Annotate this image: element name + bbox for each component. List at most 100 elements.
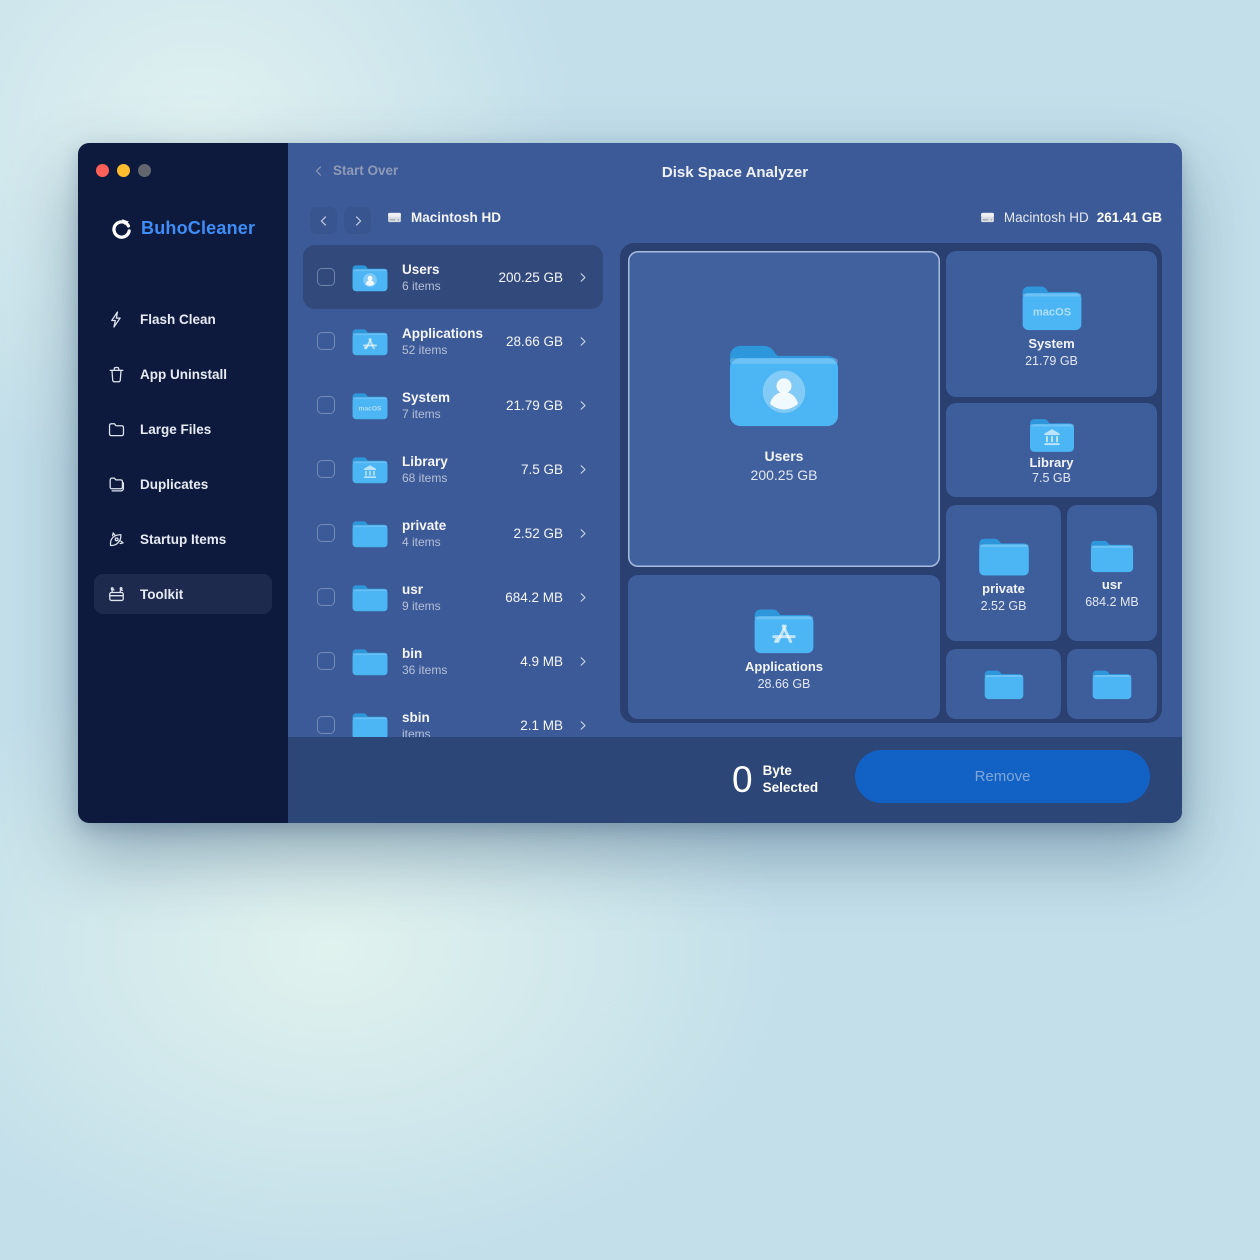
applications-folder-icon bbox=[752, 604, 816, 656]
sidebar-item-label: App Uninstall bbox=[140, 367, 227, 382]
chevron-right-icon[interactable] bbox=[576, 335, 589, 348]
folder-name: Users bbox=[402, 262, 441, 277]
chevron-left-icon bbox=[317, 214, 331, 228]
close-window-button[interactable] bbox=[96, 164, 109, 177]
list-item-bin[interactable]: bin36 items 4.9 MB bbox=[303, 629, 603, 693]
chevron-right-icon[interactable] bbox=[576, 655, 589, 668]
bottom-bar: 0 Byte Selected Remove bbox=[288, 737, 1182, 823]
folder-name: bin bbox=[402, 646, 447, 661]
tile-size: 28.66 GB bbox=[758, 677, 811, 691]
sidebar-item-label: Large Files bbox=[140, 422, 211, 437]
sidebar-item-toolkit[interactable]: Toolkit bbox=[94, 574, 272, 614]
treemap-tile-usr[interactable]: usr 684.2 MB bbox=[1067, 505, 1157, 641]
chevron-right-icon[interactable] bbox=[576, 271, 589, 284]
folder-name: usr bbox=[402, 582, 441, 597]
folder-items: 9 items bbox=[402, 599, 441, 613]
disk-name: Macintosh HD bbox=[1004, 210, 1089, 225]
navigate-forward-button[interactable] bbox=[344, 207, 371, 234]
folder-name: Library bbox=[402, 454, 448, 469]
list-item-library[interactable]: Library68 items 7.5 GB bbox=[303, 437, 603, 501]
tile-size: 200.25 GB bbox=[751, 467, 818, 483]
folder-items: 4 items bbox=[402, 535, 446, 549]
folder-size: 684.2 MB bbox=[505, 590, 563, 605]
treemap-tile-sbin[interactable] bbox=[1067, 649, 1157, 719]
checkbox[interactable] bbox=[317, 652, 335, 670]
treemap-panel: Users 200.25 GB Applications 28.66 GB Sy… bbox=[620, 243, 1162, 723]
toolbox-icon bbox=[107, 585, 126, 604]
folder-list: Users6 items 200.25 GB Applications52 it… bbox=[303, 245, 603, 737]
sidebar-item-startup-items[interactable]: Startup Items bbox=[94, 519, 272, 559]
checkbox[interactable] bbox=[317, 716, 335, 734]
list-item-private[interactable]: private4 items 2.52 GB bbox=[303, 501, 603, 565]
sidebar-item-flash-clean[interactable]: Flash Clean bbox=[94, 299, 272, 339]
treemap-tile-library[interactable]: Library 7.5 GB bbox=[946, 403, 1157, 497]
checkbox[interactable] bbox=[317, 332, 335, 350]
remove-button[interactable]: Remove bbox=[855, 750, 1150, 803]
treemap-tile-bin[interactable] bbox=[946, 649, 1061, 719]
folder-name: Applications bbox=[402, 326, 483, 341]
checkbox[interactable] bbox=[317, 396, 335, 414]
checkbox[interactable] bbox=[317, 268, 335, 286]
chevron-right-icon[interactable] bbox=[576, 527, 589, 540]
folder-size: 200.25 GB bbox=[498, 270, 563, 285]
sidebar-item-label: Startup Items bbox=[140, 532, 226, 547]
minimize-window-button[interactable] bbox=[117, 164, 130, 177]
sidebar-item-label: Flash Clean bbox=[140, 312, 216, 327]
checkbox[interactable] bbox=[317, 588, 335, 606]
sidebar-item-large-files[interactable]: Large Files bbox=[94, 409, 272, 449]
tile-size: 7.5 GB bbox=[1032, 471, 1071, 485]
library-folder-icon bbox=[1028, 415, 1076, 454]
page-title: Disk Space Analyzer bbox=[288, 164, 1182, 181]
folder-icon bbox=[107, 420, 126, 439]
folder-name: System bbox=[402, 390, 450, 405]
sidebar-item-app-uninstall[interactable]: App Uninstall bbox=[94, 354, 272, 394]
checkbox[interactable] bbox=[317, 460, 335, 478]
list-item-applications[interactable]: Applications52 items 28.66 GB bbox=[303, 309, 603, 373]
sidebar-menu: Flash Clean App Uninstall Large Files Du… bbox=[94, 299, 272, 614]
brand-name: BuhoCleaner bbox=[141, 218, 255, 239]
breadcrumb-label: Macintosh HD bbox=[411, 210, 501, 225]
tile-name: usr bbox=[1102, 577, 1122, 592]
list-item-sbin[interactable]: sbinitems 2.1 MB bbox=[303, 693, 603, 737]
system-folder-icon bbox=[351, 390, 389, 421]
disk-info: Macintosh HD 261.41 GB bbox=[979, 209, 1162, 226]
checkbox[interactable] bbox=[317, 524, 335, 542]
folder-items: 36 items bbox=[402, 663, 447, 677]
navigate-back-button[interactable] bbox=[310, 207, 337, 234]
tile-name: Library bbox=[1029, 455, 1073, 470]
list-item-system[interactable]: System7 items 21.79 GB bbox=[303, 373, 603, 437]
selected-label: Selected bbox=[763, 780, 819, 797]
applications-folder-icon bbox=[351, 326, 389, 357]
library-folder-icon bbox=[351, 454, 389, 485]
chevron-right-icon[interactable] bbox=[576, 463, 589, 476]
list-item-usr[interactable]: usr 9 items 684.2 MB bbox=[303, 565, 603, 629]
tile-name: Users bbox=[765, 448, 804, 464]
window-controls bbox=[96, 164, 151, 177]
duplicates-icon bbox=[107, 475, 126, 494]
treemap-tile-applications[interactable]: Applications 28.66 GB bbox=[628, 575, 940, 719]
sidebar-item-duplicates[interactable]: Duplicates bbox=[94, 464, 272, 504]
chevron-right-icon[interactable] bbox=[576, 719, 589, 732]
list-item-users[interactable]: Users6 items 200.25 GB bbox=[303, 245, 603, 309]
selection-summary: 0 Byte Selected bbox=[732, 737, 818, 823]
folder-name: sbin bbox=[402, 710, 431, 725]
treemap-tile-system[interactable]: System 21.79 GB bbox=[946, 251, 1157, 397]
folder-items: 68 items bbox=[402, 471, 448, 485]
folder-size: 28.66 GB bbox=[506, 334, 563, 349]
breadcrumb[interactable]: Macintosh HD bbox=[386, 209, 501, 226]
plain-folder-icon bbox=[351, 710, 389, 738]
treemap-tile-users[interactable]: Users 200.25 GB bbox=[628, 251, 940, 567]
treemap-tile-private[interactable]: private 2.52 GB bbox=[946, 505, 1061, 641]
hard-drive-icon bbox=[979, 209, 996, 226]
selected-unit: Byte bbox=[763, 763, 819, 780]
chevron-right-icon[interactable] bbox=[576, 399, 589, 412]
tile-name: Applications bbox=[745, 659, 823, 674]
lightning-icon bbox=[107, 310, 126, 329]
brand: BuhoCleaner bbox=[110, 217, 255, 240]
users-folder-icon bbox=[725, 336, 843, 431]
chevron-right-icon[interactable] bbox=[576, 591, 589, 604]
buhocleaner-logo-icon bbox=[110, 217, 133, 240]
selected-amount: 0 bbox=[732, 759, 753, 801]
disk-size: 261.41 GB bbox=[1097, 210, 1162, 225]
zoom-window-button[interactable] bbox=[138, 164, 151, 177]
